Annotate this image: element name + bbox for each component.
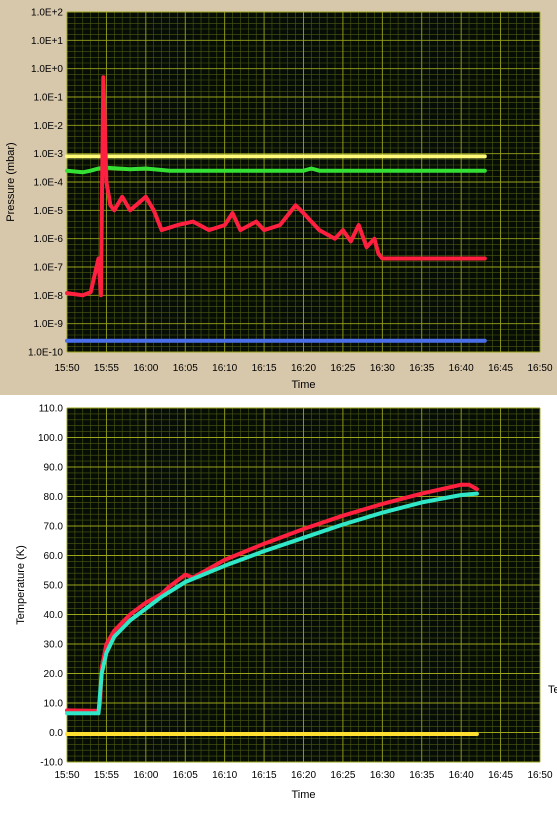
temperature-y-tick-label: 10.0	[44, 699, 64, 710]
temperature-y-tick-label: 80.0	[44, 492, 64, 503]
pressure-y-tick-label: 1.0E-3	[34, 149, 64, 160]
temperature-x-tick-label: 16:45	[488, 770, 513, 781]
pressure-x-tick-label: 16:00	[133, 363, 158, 374]
temperature-x-tick-label: 16:00	[133, 770, 158, 781]
temperature-y-tick-label: 30.0	[44, 640, 64, 651]
temperature-x-tick-label: 16:15	[252, 770, 277, 781]
cut-off-legend-label: Te	[548, 684, 557, 696]
temperature-x-tick-label: 16:10	[212, 770, 237, 781]
temperature-x-tick-label: 16:20	[291, 770, 316, 781]
pressure-y-tick-label: 1.0E-1	[34, 93, 64, 104]
pressure-y-tick-label: 1.0E+1	[31, 36, 63, 47]
temperature-x-tick-label: 16:30	[370, 770, 395, 781]
pressure-y-tick-label: 1.0E-5	[34, 206, 64, 217]
pressure-x-tick-label: 16:45	[488, 363, 513, 374]
temperature-y-tick-label: 60.0	[44, 551, 64, 562]
pressure-x-tick-label: 16:15	[252, 363, 277, 374]
temperature-x-tick-label: 16:40	[449, 770, 474, 781]
pressure-x-tick-label: 16:35	[409, 363, 434, 374]
temperature-y-tick-label: 100.0	[38, 433, 63, 444]
charts-svg: 15:50 15:55 16:00 16:05 16:10 16:15 16:20 16:25…	[5, 8, 553, 802]
pressure-x-tick-label: 15:50	[54, 363, 79, 374]
pressure-y-tick-label: 1.0E-10	[28, 348, 63, 359]
pressure-y-tick-label: 1.0E-4	[34, 178, 64, 189]
temperature-x-tick-label: 16:05	[173, 770, 198, 781]
pressure-x-tick-label: 16:25	[330, 363, 355, 374]
pressure-y-tick-label: 1.0E-9	[34, 319, 64, 330]
pressure-x-axis-label: Time	[291, 379, 315, 391]
pressure-y-tick-label: 1.0E-6	[34, 234, 64, 245]
temperature-y-tick-label: 0.0	[49, 728, 63, 739]
temperature-y-axis-label: Temperature (K)	[15, 545, 27, 624]
pressure-x-tick-label: 16:50	[527, 363, 552, 374]
temperature-y-tick-label: 40.0	[44, 610, 64, 621]
temperature-y-tick-label: 20.0	[44, 669, 64, 680]
temperature-y-tick-label: -10.0	[40, 758, 63, 769]
temperature-y-tick-label: 50.0	[44, 581, 64, 592]
pressure-x-tick-label: 16:20	[291, 363, 316, 374]
pressure-x-tick-label: 16:05	[173, 363, 198, 374]
pressure-y-tick-label: 1.0E-8	[34, 291, 64, 302]
temperature-x-tick-label: 15:55	[94, 770, 119, 781]
pressure-y-tick-label: 1.0E-7	[34, 263, 64, 274]
pressure-y-tick-label: 1.0E+0	[31, 64, 63, 75]
temperature-x-tick-label: 15:50	[54, 770, 79, 781]
temperature-x-axis-label: Time	[291, 789, 315, 801]
temperature-y-tick-label: 70.0	[44, 522, 64, 533]
pressure-y-axis-label: Pressure (mbar)	[5, 142, 17, 221]
temperature-x-tick-label: 16:50	[527, 770, 552, 781]
pressure-x-tick-label: 16:40	[449, 363, 474, 374]
pressure-y-tick-label: 1.0E+2	[31, 8, 63, 19]
pressure-y-tick-label: 1.0E-2	[34, 121, 64, 132]
temperature-y-tick-label: 110.0	[39, 404, 64, 415]
temperature-x-tick-label: 16:25	[330, 770, 355, 781]
pressure-x-tick-label: 16:10	[212, 363, 237, 374]
temperature-y-tick-label: 90.0	[44, 463, 64, 474]
pressure-x-tick-label: 15:55	[94, 363, 119, 374]
temperature-x-tick-label: 16:35	[409, 770, 434, 781]
pressure-x-tick-label: 16:30	[370, 363, 395, 374]
